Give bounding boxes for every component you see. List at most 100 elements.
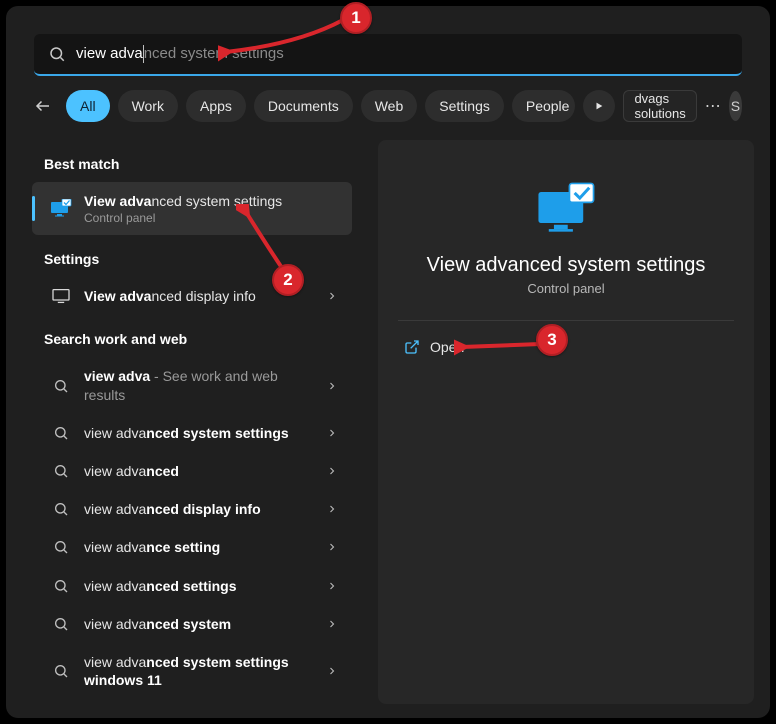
result-title: view advanced display info xyxy=(84,500,314,518)
result-title-pre: view adva xyxy=(84,425,146,441)
web-result[interactable]: view advanced system settings xyxy=(32,414,352,452)
filter-row: All Work Apps Documents Web Settings Peo… xyxy=(34,90,742,122)
search-suggestion: nced system settings xyxy=(144,45,284,62)
result-title-pre: view adva xyxy=(84,578,146,594)
display-icon xyxy=(50,288,72,304)
result-text-block: view advanced system settings windows 11 xyxy=(84,653,314,689)
search-input-bar[interactable]: view advanced system settings xyxy=(34,34,742,76)
filter-tab-apps[interactable]: Apps xyxy=(186,90,246,122)
result-text-block: view advanced system settings xyxy=(84,424,314,442)
filter-more-button[interactable] xyxy=(583,90,615,122)
result-title-bold: View adva xyxy=(84,193,151,209)
result-title-bold: nced display info xyxy=(146,501,260,517)
best-match-result[interactable]: View advanced system settings Control pa… xyxy=(32,182,352,235)
search-icon xyxy=(50,501,72,517)
section-web: Search work and web xyxy=(22,315,362,357)
result-title: View advanced system settings xyxy=(84,192,338,210)
web-result[interactable]: view advanced settings xyxy=(32,567,352,605)
filter-tab-work[interactable]: Work xyxy=(118,90,178,122)
arrow-left-icon xyxy=(34,97,52,115)
filter-tab-all[interactable]: All xyxy=(66,90,110,122)
search-icon xyxy=(50,463,72,479)
result-text-block: view advanced system xyxy=(84,615,314,633)
result-title-bold: nced system settings xyxy=(146,425,288,441)
chevron-right-icon xyxy=(326,503,338,515)
filter-tab-people[interactable]: People xyxy=(512,90,576,122)
chevron-right-icon xyxy=(326,465,338,477)
monitor-settings-icon xyxy=(535,182,597,240)
search-text: view advanced system settings xyxy=(76,45,284,63)
filter-tab-web[interactable]: Web xyxy=(361,90,418,122)
result-title-bold: nced settings xyxy=(146,578,236,594)
result-title-bold: View adva xyxy=(84,288,151,304)
filter-tab-settings[interactable]: Settings xyxy=(425,90,504,122)
web-result[interactable]: view adva - See work and web results xyxy=(32,357,352,413)
search-icon xyxy=(50,578,72,594)
chevron-right-icon xyxy=(326,290,338,302)
search-typed: view adva xyxy=(76,45,143,62)
filter-label: Apps xyxy=(200,98,232,114)
result-text-block: view advanced xyxy=(84,462,314,480)
content-area: Best match View advanced system settings xyxy=(22,140,754,704)
web-result[interactable]: view advance setting xyxy=(32,528,352,566)
callout-number: 2 xyxy=(283,270,292,290)
annotation-callout-3: 3 xyxy=(536,324,568,356)
result-title: view advanced system settings xyxy=(84,424,314,442)
results-list: Best match View advanced system settings xyxy=(22,140,362,704)
avatar-initial: S xyxy=(731,98,740,114)
filter-tab-documents[interactable]: Documents xyxy=(254,90,353,122)
callout-number: 3 xyxy=(547,330,556,350)
chevron-right-icon xyxy=(326,541,338,553)
result-text-block: view advance setting xyxy=(84,538,314,556)
ellipsis-icon: ⋯ xyxy=(705,96,721,116)
search-icon xyxy=(50,378,72,394)
result-title: view advanced system settings windows 11 xyxy=(84,653,314,689)
brand-chip[interactable]: dvags solutions xyxy=(623,90,696,122)
search-icon xyxy=(50,616,72,632)
open-action[interactable]: Open xyxy=(398,331,470,363)
result-title-pre: view adva xyxy=(84,463,146,479)
search-window: view advanced system settings All Work A… xyxy=(6,6,770,718)
web-result[interactable]: view advanced display info xyxy=(32,490,352,528)
result-title-bold: nced xyxy=(146,463,179,479)
brand-chip-label: dvags solutions xyxy=(634,91,685,121)
chevron-right-icon xyxy=(326,380,338,392)
chevron-right-icon xyxy=(326,427,338,439)
web-result[interactable]: view advanced xyxy=(32,452,352,490)
result-title-rest: nced display info xyxy=(151,288,255,304)
search-icon xyxy=(50,539,72,555)
result-title: view advanced system xyxy=(84,615,314,633)
divider xyxy=(398,320,734,321)
search-icon xyxy=(50,425,72,441)
result-text-block: view advanced settings xyxy=(84,577,314,595)
web-result[interactable]: view advanced system xyxy=(32,605,352,643)
avatar[interactable]: S xyxy=(729,91,742,121)
callout-number: 1 xyxy=(351,8,360,28)
result-subtitle: Control panel xyxy=(84,211,338,225)
back-button[interactable] xyxy=(34,92,52,120)
filter-label: Work xyxy=(132,98,164,114)
detail-panel: View advanced system settings Control pa… xyxy=(378,140,754,704)
result-title-bold: nced system xyxy=(146,616,231,632)
chevron-right-icon xyxy=(326,580,338,592)
detail-subtitle: Control panel xyxy=(398,281,734,296)
result-text-block: view advanced display info xyxy=(84,500,314,518)
search-icon xyxy=(48,45,66,63)
settings-result[interactable]: View advanced display info xyxy=(32,277,352,315)
annotation-callout-2: 2 xyxy=(272,264,304,296)
more-options-button[interactable]: ⋯ xyxy=(705,92,721,120)
section-best-match: Best match xyxy=(22,140,362,182)
result-title: view advanced xyxy=(84,462,314,480)
result-title-pre: view adva xyxy=(84,654,146,670)
annotation-callout-1: 1 xyxy=(340,2,372,34)
filter-label: Web xyxy=(375,98,404,114)
section-settings: Settings xyxy=(22,235,362,277)
result-title: view advanced settings xyxy=(84,577,314,595)
chevron-right-icon xyxy=(326,665,338,677)
web-result[interactable]: view advanced system settings windows 11 xyxy=(32,643,352,699)
result-title-pre: view adva xyxy=(84,539,146,555)
result-title-bold: view adva xyxy=(84,368,150,384)
chevron-right-icon xyxy=(326,618,338,630)
search-icon xyxy=(50,663,72,679)
result-title: view advance setting xyxy=(84,538,314,556)
